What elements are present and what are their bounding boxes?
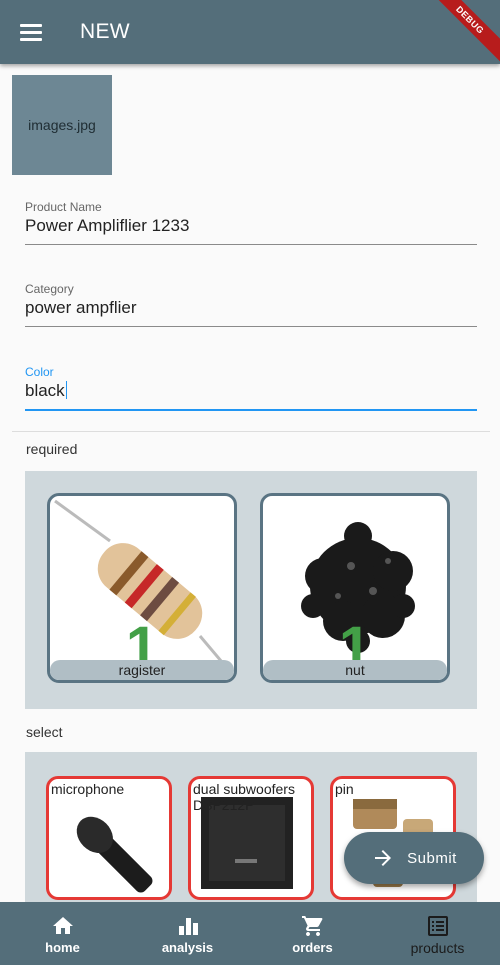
list-icon (427, 916, 448, 936)
nav-item-orders[interactable]: orders (250, 902, 375, 965)
required-panel: 1 ragister 1 nut (25, 471, 477, 709)
app-bar: NEW DEBUG (0, 0, 500, 69)
arrow-forward-icon (375, 850, 392, 866)
nav-item-analysis[interactable]: analysis (125, 902, 250, 965)
nav-label-home: home (45, 940, 80, 955)
nav-item-home[interactable]: home (0, 902, 125, 965)
select-item-label: pin (335, 781, 354, 797)
category-input[interactable]: power ampflier (25, 296, 477, 327)
cart-icon (301, 916, 322, 936)
select-item-card[interactable]: dual subwoofers DSP212P (188, 776, 314, 900)
section-divider (12, 431, 490, 432)
select-item-label: dual subwoofers DSP212P (193, 781, 295, 813)
color-input[interactable]: black (25, 379, 477, 411)
required-item-card[interactable]: 1 nut (260, 493, 450, 683)
submit-label: Submit (407, 849, 457, 867)
category-field[interactable]: Category power ampflier (25, 282, 477, 327)
product-name-input[interactable]: Power Ampliflier 1233 (25, 214, 477, 245)
home-icon (52, 917, 73, 934)
debug-banner: DEBUG (421, 0, 500, 69)
product-name-field[interactable]: Product Name Power Ampliflier 1233 (25, 200, 477, 245)
color-value: black (25, 381, 65, 400)
required-item-label: ragister (50, 660, 234, 680)
image-filename: images.jpg (28, 117, 96, 133)
nav-label-analysis: analysis (161, 940, 214, 955)
color-label: Color (25, 365, 54, 379)
required-item-card[interactable]: 1 ragister (47, 493, 237, 683)
select-item-label: microphone (51, 781, 125, 797)
text-caret (65, 381, 68, 399)
color-field[interactable]: Color black (25, 365, 477, 411)
select-item-card[interactable]: microphone (46, 776, 172, 900)
nav-item-products[interactable]: products (375, 902, 500, 965)
required-item-label: nut (263, 660, 447, 680)
page-title: NEW (80, 20, 130, 43)
category-label: Category (25, 282, 74, 296)
nav-label-orders: orders (292, 940, 333, 955)
select-title: select (26, 724, 63, 740)
submit-button[interactable]: Submit (344, 832, 484, 884)
required-title: required (26, 441, 78, 457)
bottom-navigation: home analysis orders products (0, 902, 500, 965)
product-name-label: Product Name (25, 200, 102, 214)
menu-icon[interactable] (20, 24, 42, 42)
bar-chart-icon (178, 918, 198, 935)
nav-label-products: products (410, 940, 465, 956)
product-image[interactable]: images.jpg (12, 75, 112, 175)
